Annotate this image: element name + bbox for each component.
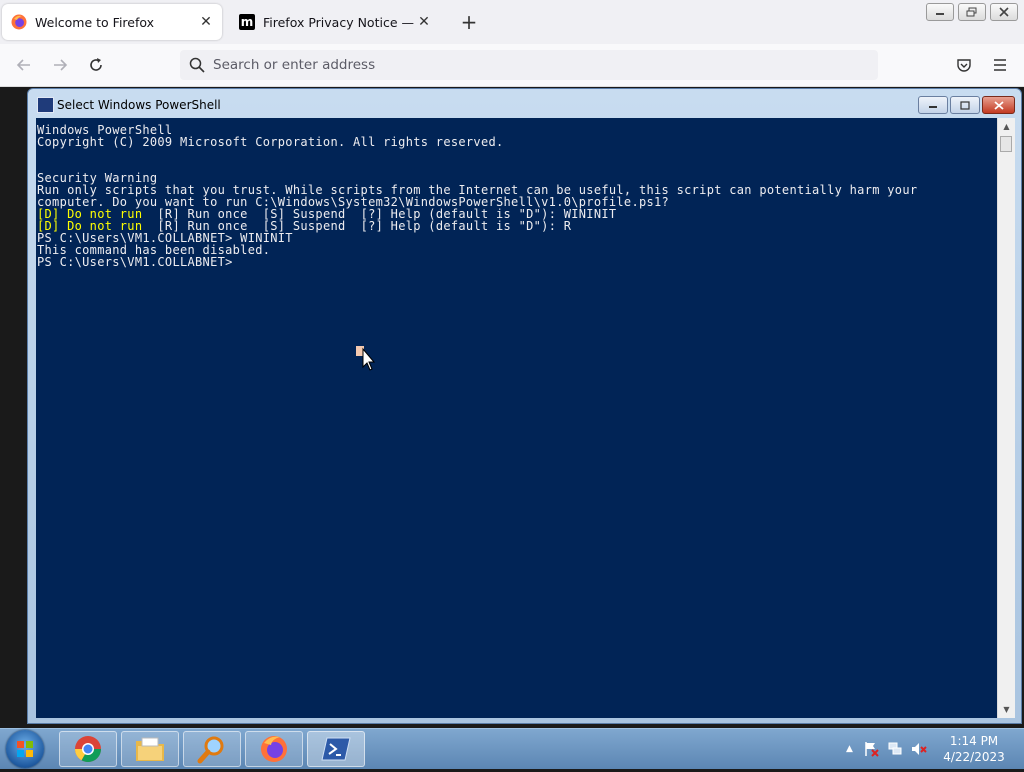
taskbar-clock[interactable]: 1:14 PM 4/22/2023 [930,733,1018,765]
forward-button[interactable] [49,54,71,76]
powershell-maximize-button[interactable] [950,96,980,114]
clock-time: 1:14 PM [949,734,999,748]
action-center-flag-icon[interactable] [863,741,879,757]
windows-logo-icon [17,741,33,757]
minimize-button[interactable] [926,3,954,21]
close-icon [999,7,1009,17]
tab-title: Welcome to Firefox [35,14,155,30]
restore-icon [966,7,977,17]
taskbar-search[interactable] [183,731,241,767]
console-line-text: PS C:\Users\VM1.COLLABNET> [37,255,233,269]
minimize-icon [936,13,944,15]
start-button[interactable] [6,730,44,768]
search-icon [197,736,224,764]
close-tab-icon[interactable]: ✕ [416,14,432,30]
taskbar-powershell[interactable] [307,731,365,767]
scroll-up-arrow-icon[interactable]: ▲ [998,118,1015,135]
volume-muted-icon[interactable] [911,741,927,757]
firefox-nav-bar: Search or enter address [0,44,1024,87]
address-placeholder: Search or enter address [213,57,376,73]
mozilla-m-icon: m [239,14,255,30]
app-menu-button[interactable] [989,54,1011,76]
close-window-button[interactable] [990,3,1018,21]
scroll-down-arrow-icon[interactable]: ▼ [998,701,1015,718]
tab-title: Firefox Privacy Notice — Mozilla [263,14,416,30]
system-tray: ▲ [838,729,927,769]
close-tab-icon[interactable]: ✕ [198,14,214,30]
console-line-text: Copyright (C) 2009 Microsoft Corporation… [37,135,504,149]
windows-taskbar: ▲ 1:14 PM 4/22/2023 [0,728,1024,769]
taskbar-file-explorer[interactable] [121,731,179,767]
powershell-window-title: Select Windows PowerShell [57,98,221,112]
chrome-icon [74,736,102,763]
tab-welcome-to-firefox[interactable]: Welcome to Firefox ✕ [2,4,222,40]
console-line: Copyright (C) 2009 Microsoft Corporation… [37,136,504,148]
powershell-window: Select Windows PowerShell Windows PowerS… [27,88,1022,724]
pocket-button[interactable] [953,54,975,76]
taskbar-firefox[interactable] [245,731,303,767]
new-tab-plus-icon[interactable]: + [459,12,479,32]
firefox-icon [11,14,27,30]
network-icon[interactable] [887,741,903,757]
reload-button[interactable] [85,54,107,76]
console-scrollbar[interactable]: ▲ ▼ [997,118,1015,718]
console-line: PS C:\Users\VM1.COLLABNET> [37,256,233,268]
forward-arrow-icon [54,59,68,71]
minimize-icon [929,106,937,108]
powershell-console[interactable]: Windows PowerShell Copyright (C) 2009 Mic… [36,118,997,718]
tab-firefox-privacy-notice[interactable]: m Firefox Privacy Notice — Mozilla ✕ [230,4,440,40]
powershell-icon [37,97,54,113]
maximize-icon [960,100,970,110]
mouse-cursor-icon [356,346,376,371]
powershell-close-button[interactable] [982,96,1015,114]
file-explorer-icon [136,737,164,761]
search-icon [189,57,205,73]
firefox-icon [261,736,287,762]
reload-icon [90,58,102,71]
close-icon [993,100,1004,110]
clock-date: 4/22/2023 [943,750,1005,764]
powershell-icon [321,737,351,761]
back-button[interactable] [13,54,35,76]
firefox-tab-bar: Welcome to Firefox ✕ m Firefox Privacy N… [0,0,1024,44]
back-arrow-icon [16,59,30,71]
address-bar[interactable]: Search or enter address [180,50,878,80]
powershell-minimize-button[interactable] [918,96,948,114]
scrollbar-thumb[interactable] [1000,136,1012,152]
restore-button[interactable] [958,3,986,21]
show-hidden-icons-arrow-icon[interactable]: ▲ [846,744,853,754]
pocket-icon [957,59,971,72]
powershell-title-bar[interactable]: Select Windows PowerShell [28,89,1021,119]
hamburger-menu-icon [994,59,1006,71]
taskbar-chrome[interactable] [59,731,117,767]
